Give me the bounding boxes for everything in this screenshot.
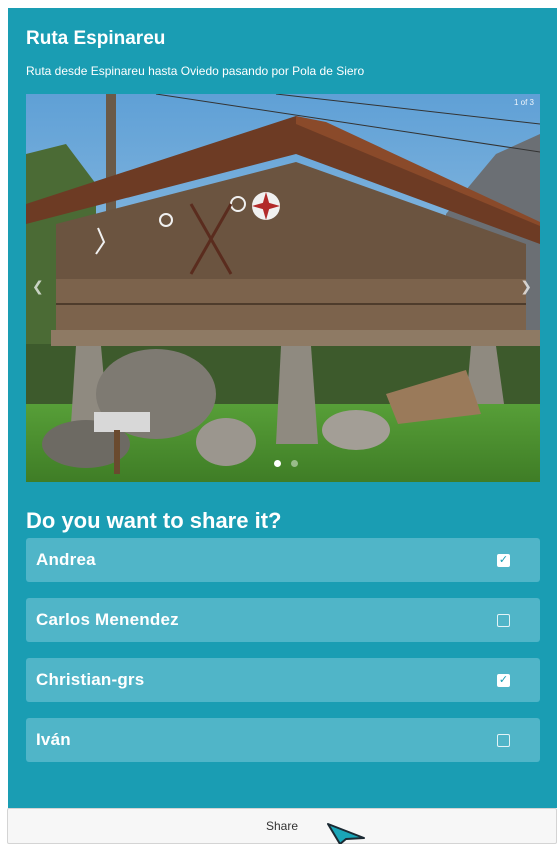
chevron-left-icon[interactable]: ❮ xyxy=(32,278,44,295)
carousel-dot-1[interactable] xyxy=(274,460,281,467)
user-row-andrea[interactable]: Andrea ✓ xyxy=(26,538,540,582)
checkbox-checked-icon[interactable]: ✓ xyxy=(497,553,510,567)
user-name: Andrea xyxy=(36,550,96,569)
carousel-dot-2[interactable] xyxy=(291,460,298,467)
user-row-ivan[interactable]: Iván ✓ xyxy=(26,718,540,762)
user-list: Andrea ✓ Carlos Menendez ✓ Christian-grs… xyxy=(26,538,540,778)
mouse-pointer-icon xyxy=(327,823,365,844)
route-subtitle: Ruta desde Espinareu hasta Oviedo pasand… xyxy=(26,64,365,78)
photo-carousel[interactable]: 1 of 3 ❮ ❯ xyxy=(26,94,540,482)
user-name: Christian-grs xyxy=(36,670,145,689)
chevron-right-icon[interactable]: ❯ xyxy=(520,278,532,295)
user-name: Carlos Menendez xyxy=(36,610,179,629)
user-row-carlos-menendez[interactable]: Carlos Menendez ✓ xyxy=(26,598,540,642)
user-name: Iván xyxy=(36,730,71,749)
share-button[interactable]: Share xyxy=(7,808,557,844)
checkbox-unchecked-icon[interactable]: ✓ xyxy=(497,613,510,627)
checkbox-checked-icon[interactable]: ✓ xyxy=(497,673,510,687)
slide-counter: 1 of 3 xyxy=(513,98,534,107)
checkbox-unchecked-icon[interactable]: ✓ xyxy=(497,733,510,747)
horreo-photo xyxy=(26,94,540,482)
user-row-christian-grs[interactable]: Christian-grs ✓ xyxy=(26,658,540,702)
carousel-dots xyxy=(274,460,298,467)
share-heading: Do you want to share it? xyxy=(26,508,282,533)
route-title: Ruta Espinareu xyxy=(26,28,166,49)
